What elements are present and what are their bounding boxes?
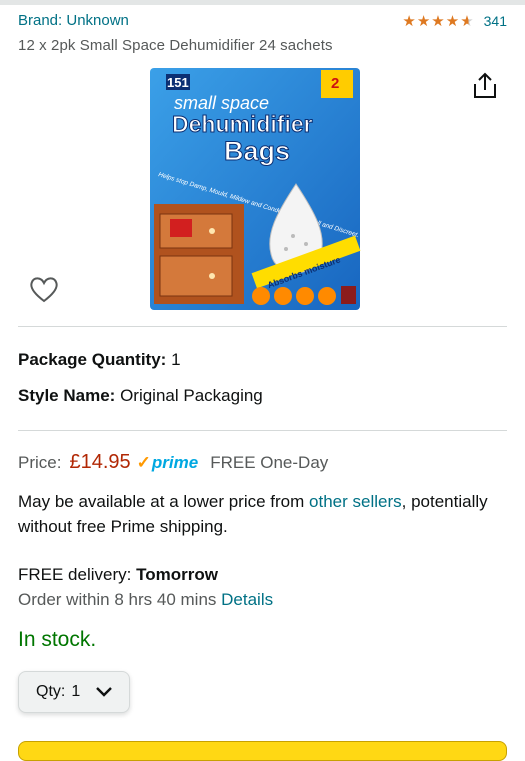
package-quantity-value: 1 [171,350,181,369]
star-half-icon: ★ [460,12,474,30]
delivery-label: FREE delivery: [18,565,137,584]
brand-link[interactable]: Brand: Unknown [18,12,129,29]
delivery-line: FREE delivery: Tomorrow [18,562,273,587]
package-quantity-label: Package Quantity: [18,350,167,369]
availability-text-before: May be available at a lower price from [18,492,310,511]
top-bar [0,0,525,5]
star-icon: ★ [431,12,445,30]
ratings-count[interactable]: 341 [484,13,507,29]
quantity-select[interactable]: Qty: 1 [18,671,130,713]
order-within-text: Order within 8 hrs 40 mins [18,590,222,609]
other-sellers-link[interactable]: other sellers [309,492,402,511]
heart-outline-icon[interactable] [28,274,60,304]
prime-check-icon: ✓ [136,453,151,472]
image-line-1: small space [174,93,269,113]
style-name-label: Style Name: [18,386,116,405]
star-rating: ★ ★ ★ ★ ★ [402,14,473,29]
free-one-day: FREE One-Day [210,453,329,472]
availability-note: May be available at a lower price from o… [18,489,498,539]
price-value: £14.95 [69,451,131,473]
rating[interactable]: ★ ★ ★ ★ ★ 341 [402,13,507,29]
star-icon: ★ [445,12,460,30]
star-icon: ★ [416,12,431,30]
qty-value: 1 [71,683,81,700]
share-icon[interactable] [469,70,501,102]
package-quantity: Package Quantity: 1 [18,350,181,370]
divider [18,430,507,431]
image-line-2: Dehumidifier [172,111,313,137]
delivery-day: Tomorrow [136,565,218,584]
stock-status: In stock. [18,628,97,651]
add-to-basket-button[interactable] [18,741,507,761]
count-badge: 2 [331,75,339,92]
prime-text: prime [151,453,199,472]
image-line-3: Bags [224,136,290,166]
order-within-line: Order within 8 hrs 40 mins Details [18,587,273,612]
star-icon: ★ [402,12,416,30]
chevron-down-icon [96,687,113,697]
price-label: Price: [18,453,62,472]
product-title: 12 x 2pk Small Space Dehumidifier 24 sac… [18,37,333,54]
brand-mark: 151 [167,75,189,90]
product-image[interactable]: 151 2 small space Dehumidifier Bags Help… [146,64,364,314]
delivery-info: FREE delivery: Tomorrow Order within 8 h… [18,562,273,612]
style-name-value: Original Packaging [120,386,263,405]
price-row: Price: £14.95 ✓ prime FREE One-Day [18,451,328,474]
qty-label: Qty: [36,683,66,700]
details-link[interactable]: Details [221,590,273,609]
divider [18,326,507,327]
style-name: Style Name: Original Packaging [18,386,263,406]
prime-badge: ✓ prime [137,453,199,473]
